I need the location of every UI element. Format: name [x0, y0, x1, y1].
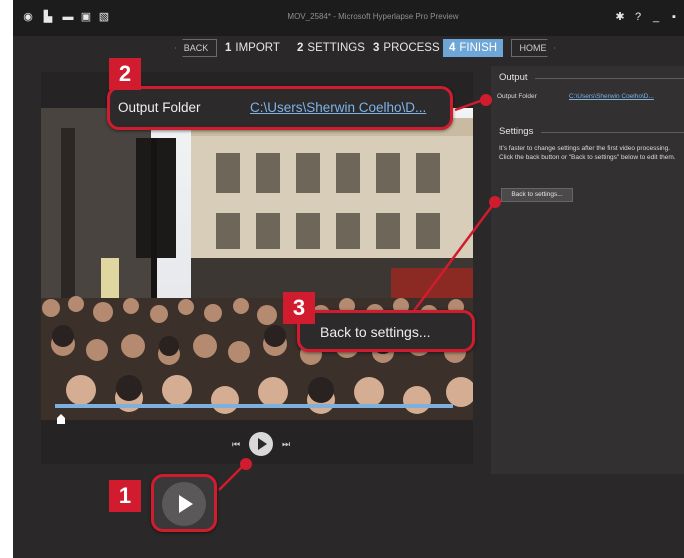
callout-play-button[interactable]: [162, 482, 206, 526]
callout-output-folder-label: Output Folder: [118, 100, 201, 115]
callout-2-badge: 2: [109, 58, 141, 90]
callout-2-dot: [480, 94, 492, 106]
callout-3-badge: 3: [283, 292, 315, 324]
play-icon: [179, 495, 193, 513]
app-window: ◉ ▙ ▬ ▣ ▧ MOV_2584* - Microsoft Hyperlap…: [13, 0, 684, 558]
callout-back-to-settings-label[interactable]: Back to settings...: [320, 324, 431, 340]
callout-3-dot: [489, 196, 501, 208]
callout-1-dot: [240, 458, 252, 470]
callout-play: [151, 474, 217, 532]
callout-output-folder-link[interactable]: C:\Users\Sherwin Coelho\D...: [250, 100, 426, 115]
callout-back-to-settings: Back to settings...: [297, 310, 475, 352]
callout-1-badge: 1: [109, 480, 141, 512]
callout-output-folder: Output Folder C:\Users\Sherwin Coelho\D.…: [107, 86, 453, 130]
